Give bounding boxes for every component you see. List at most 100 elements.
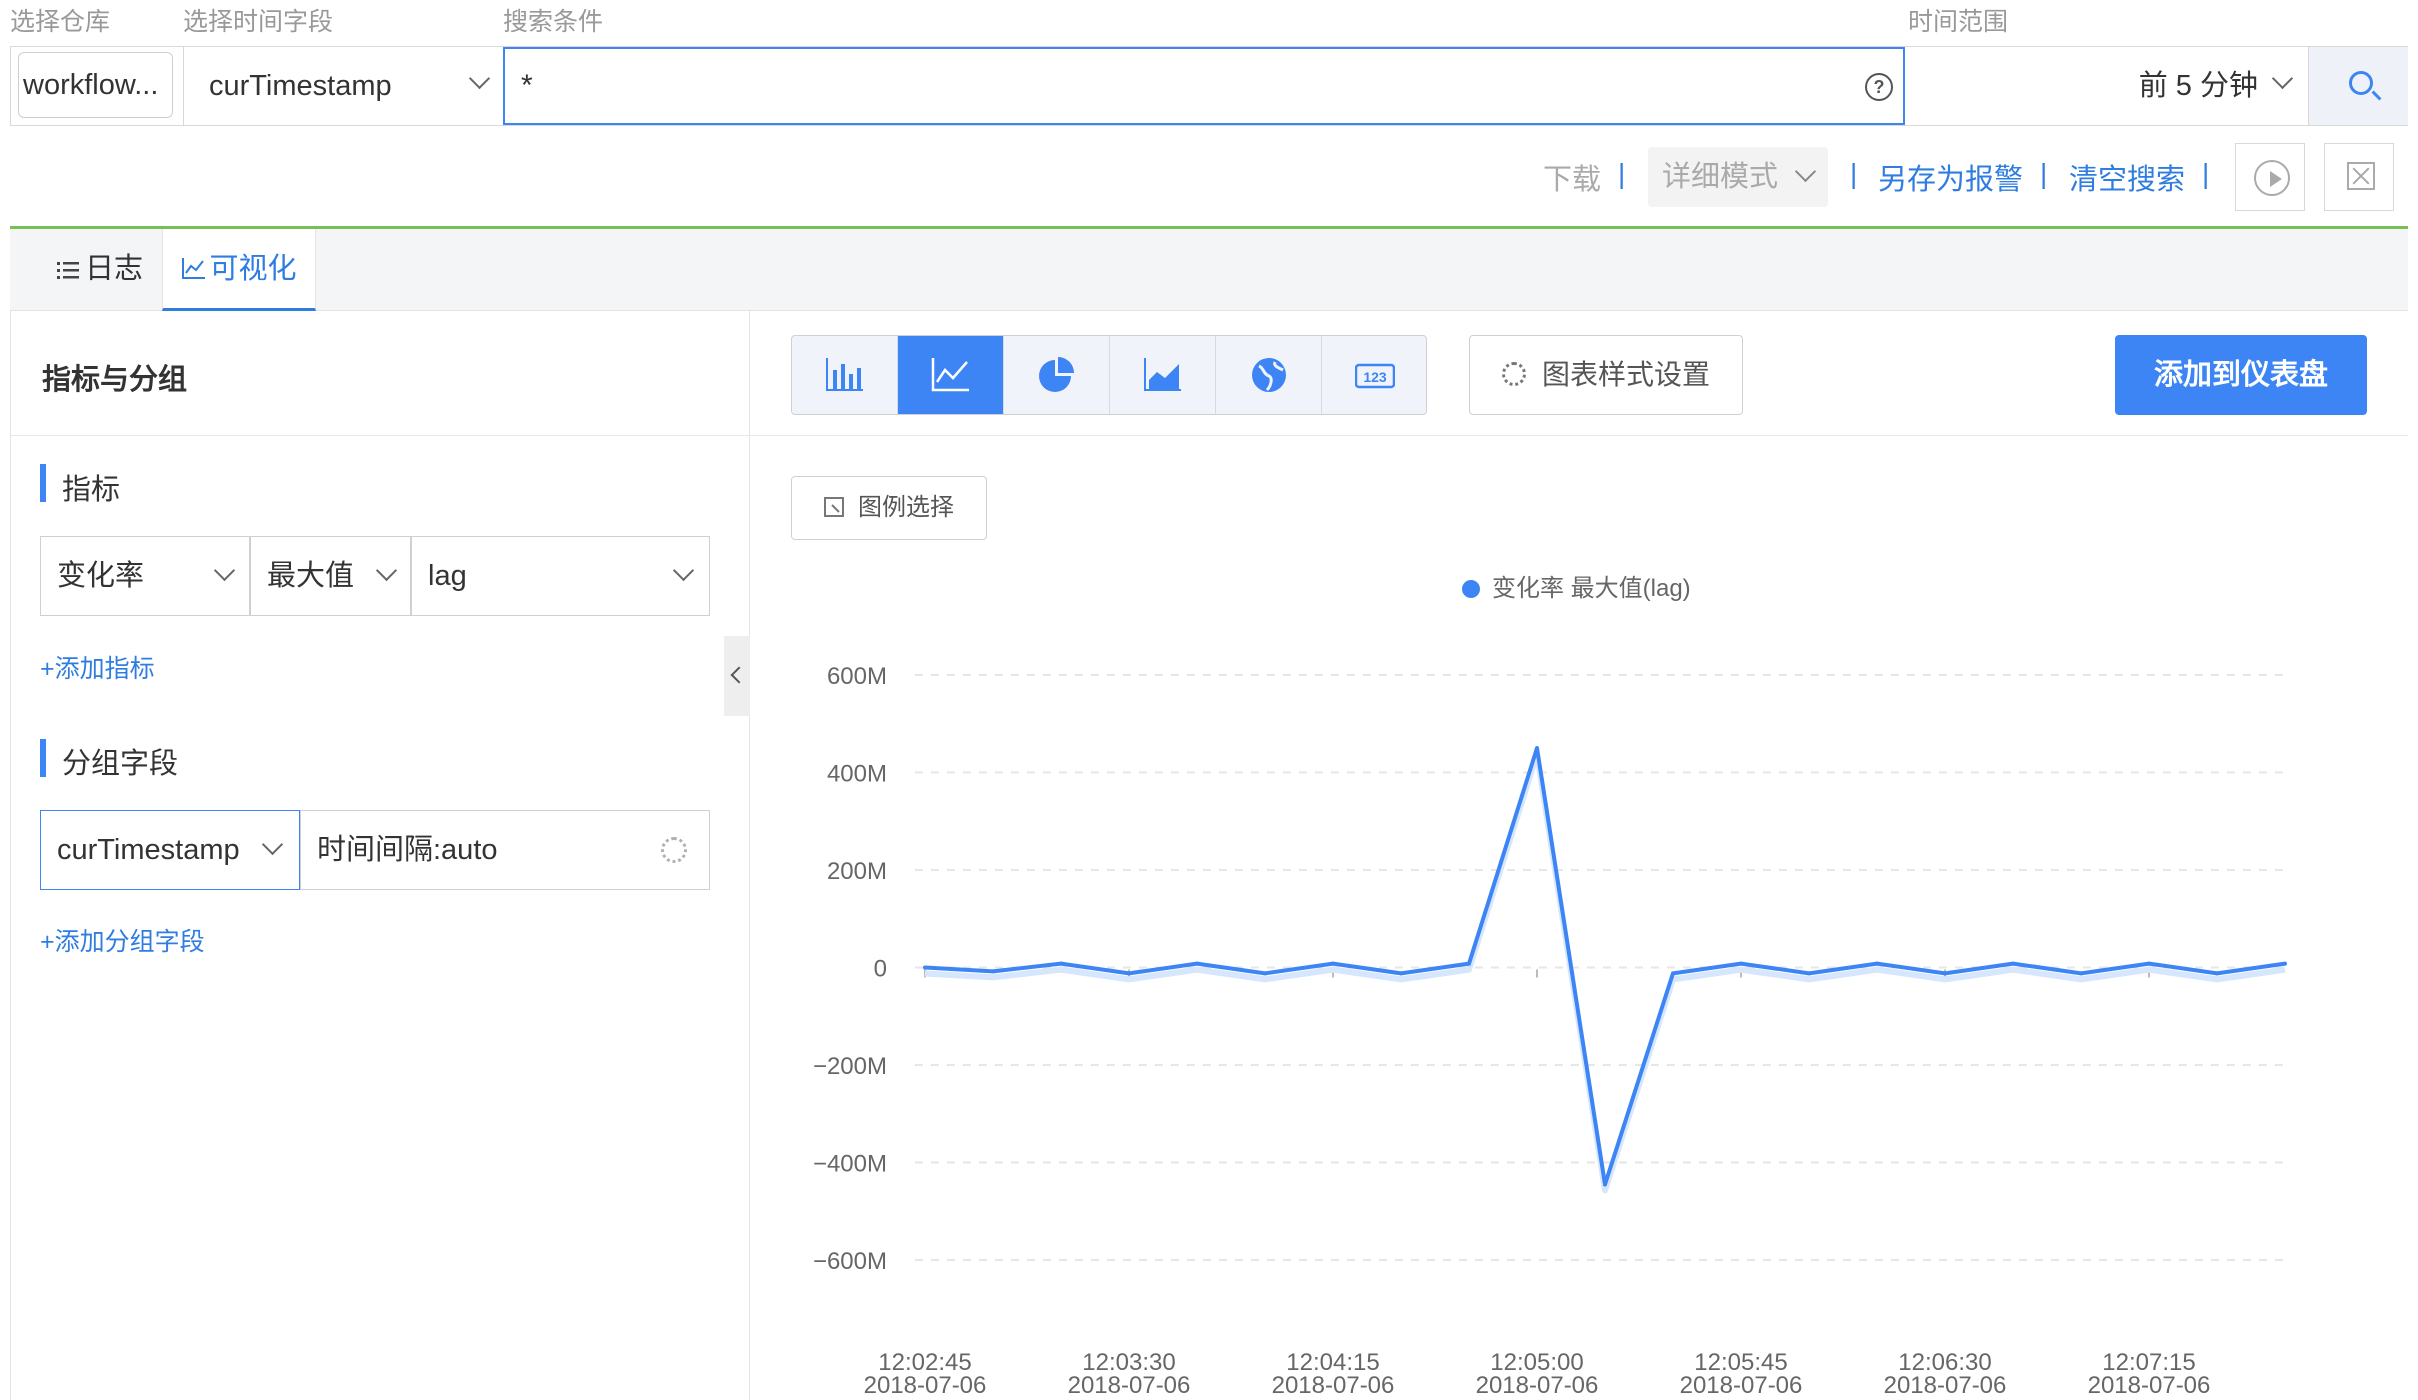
time-field-select[interactable]: curTimestamp	[183, 47, 503, 125]
time-range-value: 前 5 分钟	[2138, 70, 2258, 102]
query-input[interactable]: * ?	[503, 47, 1905, 125]
legend-item[interactable]: 变化率 最大值(lag)	[1462, 568, 1691, 603]
save-alert-link[interactable]: 另存为报警	[1878, 156, 2023, 198]
chart-type-pie[interactable]	[1004, 336, 1110, 414]
separator: |	[2202, 158, 2210, 189]
clear-search-link[interactable]: 清空搜索	[2069, 156, 2185, 198]
close-button[interactable]	[2324, 143, 2394, 211]
search-icon	[2349, 71, 2373, 95]
download-link[interactable]: 下载	[1543, 156, 1601, 198]
gear-icon[interactable]	[661, 837, 687, 863]
chevron-down-icon	[1794, 160, 1817, 183]
chevron-down-icon	[672, 559, 695, 582]
data-point[interactable]	[1059, 961, 1063, 966]
svg-text:123: 123	[1363, 369, 1387, 385]
mode-value: 详细模式	[1662, 161, 1779, 193]
y-tick-label: 600M	[827, 663, 887, 690]
divider	[10, 435, 750, 436]
metric-function-select[interactable]: 变化率	[40, 536, 250, 616]
chart-type-number[interactable]: 123	[1322, 336, 1428, 414]
chart-type-bar[interactable]	[792, 336, 898, 414]
x-tick-date: 2018-07-06	[2088, 1372, 2211, 1399]
data-point[interactable]	[1603, 1182, 1607, 1187]
metric-field-select[interactable]: lag	[411, 536, 710, 616]
data-point[interactable]	[1195, 961, 1199, 966]
group-field-select[interactable]: curTimestamp	[40, 810, 300, 890]
chevron-down-icon	[213, 559, 236, 582]
data-point[interactable]	[2147, 961, 2151, 966]
section-marker	[40, 739, 46, 777]
search-button[interactable]	[2308, 47, 2408, 125]
section-marker	[40, 464, 46, 502]
metric-agg-select[interactable]: 最大值	[250, 536, 411, 616]
data-point[interactable]	[2215, 971, 2219, 976]
x-tick-date: 2018-07-06	[1680, 1372, 1803, 1399]
metric-function-value: 变化率	[57, 560, 145, 592]
chevron-down-icon	[375, 559, 398, 582]
add-metric-link[interactable]: +添加指标	[40, 649, 155, 685]
data-point[interactable]	[1807, 971, 1811, 976]
legend-dot	[1462, 580, 1480, 598]
data-point[interactable]	[1263, 971, 1267, 976]
add-to-dashboard-button[interactable]: 添加到仪表盘	[2115, 335, 2367, 415]
collapse-panel-button[interactable]	[724, 636, 750, 716]
data-point[interactable]	[1943, 971, 1947, 976]
pie-chart-icon	[1039, 357, 1074, 392]
series-line[interactable]	[924, 746, 2286, 1187]
data-point[interactable]	[991, 969, 995, 974]
mode-select[interactable]: 详细模式	[1648, 147, 1828, 207]
tab-visual-label: 可视化	[209, 253, 297, 285]
number-icon: 123	[1355, 363, 1395, 389]
chart-style-button[interactable]: 图表样式设置	[1469, 335, 1743, 415]
data-point[interactable]	[1331, 961, 1335, 966]
legend-select-button[interactable]: 图例选择	[791, 476, 987, 540]
tab-log-label: 日志	[84, 253, 143, 285]
y-tick-label: 400M	[827, 761, 887, 788]
group-interval-value: 时间间隔:auto	[317, 834, 498, 866]
x-tick-date: 2018-07-06	[1068, 1372, 1191, 1399]
time-field-label: 选择时间字段	[183, 8, 334, 36]
time-range-select[interactable]: 前 5 分钟	[1905, 47, 2308, 125]
time-range-label: 时间范围	[1908, 8, 2009, 36]
query-label: 搜索条件	[503, 8, 604, 36]
metrics-title: 指标	[62, 474, 121, 506]
data-point[interactable]	[1739, 961, 1743, 966]
tab-visual[interactable]: 可视化	[162, 229, 316, 311]
help-icon[interactable]: ?	[1865, 73, 1893, 101]
data-point[interactable]	[1535, 746, 1539, 751]
add-group-link[interactable]: +添加分组字段	[40, 922, 205, 958]
chevron-down-icon	[468, 67, 491, 90]
play-button[interactable]	[2235, 143, 2305, 211]
legend-select-label: 图例选择	[858, 494, 954, 521]
y-tick-label: −400M	[813, 1151, 887, 1178]
bar-chart-icon	[826, 358, 863, 391]
separator: |	[2040, 158, 2048, 189]
chart-type-area[interactable]	[1110, 336, 1216, 414]
panel-title: 指标与分组	[42, 364, 188, 396]
data-point[interactable]	[1399, 971, 1403, 976]
divider	[750, 435, 2408, 436]
area-chart-icon	[1144, 358, 1181, 391]
group-interval-field[interactable]: 时间间隔:auto	[300, 810, 710, 890]
data-point[interactable]	[1875, 961, 1879, 966]
data-point[interactable]	[1671, 971, 1675, 976]
data-point[interactable]	[1467, 961, 1471, 966]
chart-type-line[interactable]	[898, 336, 1004, 414]
chart-type-map[interactable]	[1216, 336, 1322, 414]
repo-select[interactable]: workflow...	[18, 52, 173, 118]
group-title: 分组字段	[62, 748, 179, 780]
y-tick-label: −200M	[813, 1053, 887, 1080]
select-icon	[824, 497, 844, 517]
tab-log[interactable]: 日志	[30, 229, 170, 311]
x-tick-date: 2018-07-06	[1272, 1372, 1395, 1399]
line-chart-icon	[931, 358, 969, 392]
x-tick-date: 2018-07-06	[1476, 1372, 1599, 1399]
data-point[interactable]	[2283, 961, 2287, 966]
data-point[interactable]	[2079, 971, 2083, 976]
gear-icon	[1502, 362, 1526, 386]
data-point[interactable]	[923, 965, 927, 970]
chevron-down-icon	[2271, 67, 2294, 90]
repo-label: 选择仓库	[10, 8, 111, 36]
data-point[interactable]	[1127, 971, 1131, 976]
data-point[interactable]	[2011, 961, 2015, 966]
